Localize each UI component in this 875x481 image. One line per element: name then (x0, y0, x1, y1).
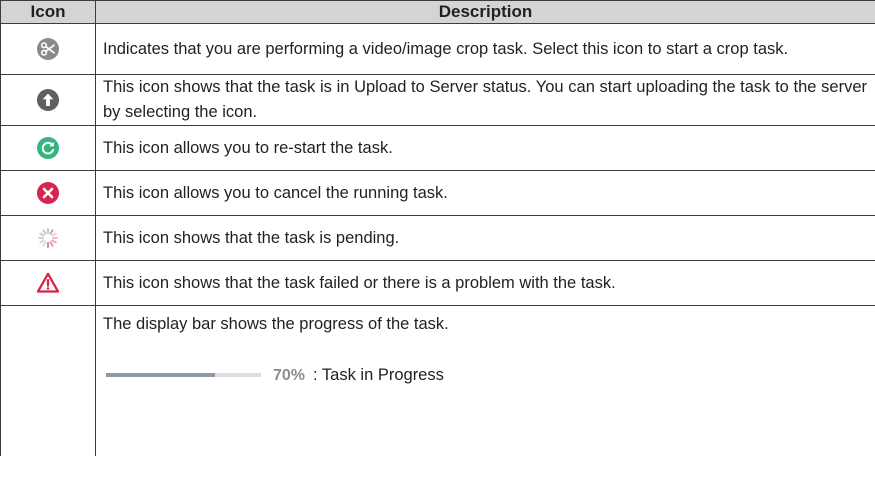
table-row: This icon shows that the task is in Uplo… (0, 74, 875, 126)
header-icon: Icon (0, 0, 96, 24)
table-row: This icon shows that the task is pending… (0, 215, 875, 261)
cancel-icon (36, 181, 60, 205)
icon-description-table: Icon Description Indicates that you are … (0, 0, 875, 456)
table-row: This icon allows you to cancel the runni… (0, 170, 875, 216)
row-description: This icon allows you to cancel the runni… (95, 170, 875, 216)
row-description: This icon allows you to re-start the tas… (95, 125, 875, 171)
table-row: Indicates that you are performing a vide… (0, 23, 875, 75)
progress-status-label: : Task in Progress (313, 365, 444, 384)
table-row: The display bar shows the progress of th… (0, 305, 875, 456)
table-header-row: Icon Description (0, 0, 875, 24)
row-description: This icon shows that the task is pending… (95, 215, 875, 261)
progress-percent: 70% (273, 366, 306, 384)
progress-example: 70% : Task in Progress (103, 364, 867, 386)
warning-icon (36, 271, 60, 295)
progress-description: The display bar shows the progress of th… (103, 315, 449, 333)
row-description: This icon shows that the task failed or … (95, 260, 875, 306)
pending-spinner-icon (36, 226, 60, 250)
empty-icon-cell (0, 305, 96, 456)
row-description: This icon shows that the task is in Uplo… (95, 74, 875, 126)
restart-icon (36, 136, 60, 160)
upload-arrow-icon (36, 88, 60, 112)
scissors-crop-icon (36, 37, 60, 61)
table-row: This icon allows you to re-start the tas… (0, 125, 875, 171)
row-description: Indicates that you are performing a vide… (95, 23, 875, 75)
table-row: This icon shows that the task failed or … (0, 260, 875, 306)
progress-bar-fill (106, 373, 215, 377)
header-description: Description (95, 0, 875, 24)
progress-bar-track (106, 373, 261, 377)
